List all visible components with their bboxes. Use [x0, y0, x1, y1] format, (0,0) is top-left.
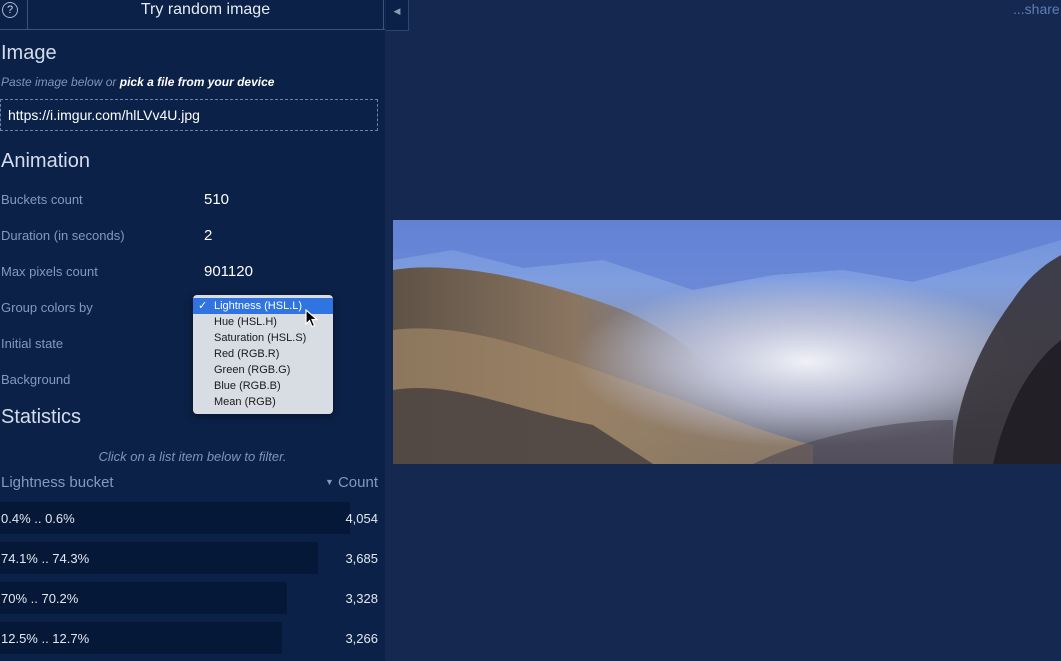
- try-random-image-button[interactable]: Try random image: [28, 0, 384, 29]
- stat-row[interactable]: 70% .. 70.2% 3,328: [0, 582, 385, 614]
- checkmark-icon: ✓: [198, 300, 208, 312]
- background-label: Background: [1, 372, 71, 387]
- count-column-header[interactable]: ▼ Count: [325, 474, 378, 491]
- stat-bucket: 74.1% .. 74.3%: [1, 551, 90, 566]
- image-url-input[interactable]: https://i.imgur.com/hlLVv4U.jpg: [0, 99, 378, 131]
- max-pixels-label: Max pixels count: [1, 264, 98, 279]
- sort-descending-icon: ▼: [325, 477, 334, 487]
- stat-row[interactable]: 0.4% .. 0.6% 4,054: [0, 502, 385, 534]
- count-column-label: Count: [337, 474, 378, 491]
- top-bar: ? Try random image: [0, 0, 385, 30]
- share-link[interactable]: ...share: [1013, 1, 1060, 17]
- max-pixels-input[interactable]: 901120: [204, 263, 253, 280]
- initial-state-label: Initial state: [1, 336, 64, 351]
- stat-count: 3,328: [345, 591, 378, 606]
- settings-panel: ? Try random image Image Paste image bel…: [0, 0, 385, 661]
- animation-section-title: Animation: [1, 150, 90, 172]
- dropdown-option[interactable]: Mean (RGB): [193, 394, 333, 410]
- animation-preview-image: [393, 220, 1061, 464]
- filter-hint: Click on a list item below to filter.: [98, 449, 287, 464]
- stat-count: 3,685: [345, 551, 378, 566]
- stat-row[interactable]: 74.1% .. 74.3% 3,685: [0, 542, 385, 574]
- stat-count: 3,266: [345, 631, 378, 646]
- help-icon[interactable]: ?: [2, 2, 18, 18]
- buckets-count-label: Buckets count: [1, 192, 83, 207]
- dropdown-option[interactable]: Red (RGB.R): [193, 346, 333, 362]
- chevron-left-icon: ◀: [393, 6, 401, 16]
- collapse-panel-button[interactable]: ◀: [386, 0, 409, 31]
- stat-bucket: 0.4% .. 0.6%: [1, 511, 75, 526]
- stat-count: 4,054: [345, 511, 378, 526]
- mouse-cursor-icon: [305, 309, 319, 328]
- buckets-count-input[interactable]: 510: [204, 191, 229, 208]
- dropdown-option[interactable]: Blue (RGB.B): [193, 378, 333, 394]
- stat-row[interactable]: 12.5% .. 12.7% 3,266: [0, 622, 385, 654]
- image-hint: Paste image below or pick a file from yo…: [1, 75, 274, 89]
- image-hint-text: Paste image below or: [1, 75, 120, 89]
- duration-label: Duration (in seconds): [1, 228, 125, 243]
- dropdown-option[interactable]: Saturation (HSL.S): [193, 330, 333, 346]
- stat-bucket: 12.5% .. 12.7%: [1, 631, 90, 646]
- bucket-column-header[interactable]: Lightness bucket: [1, 474, 114, 491]
- dropdown-option[interactable]: Green (RGB.G): [193, 362, 333, 378]
- group-colors-label: Group colors by: [1, 300, 93, 315]
- pick-file-link[interactable]: pick a file from your device: [120, 75, 275, 89]
- image-section-title: Image: [1, 42, 57, 64]
- statistics-section-title: Statistics: [1, 406, 82, 428]
- duration-input[interactable]: 2: [204, 227, 212, 244]
- stat-bucket: 70% .. 70.2%: [1, 591, 79, 606]
